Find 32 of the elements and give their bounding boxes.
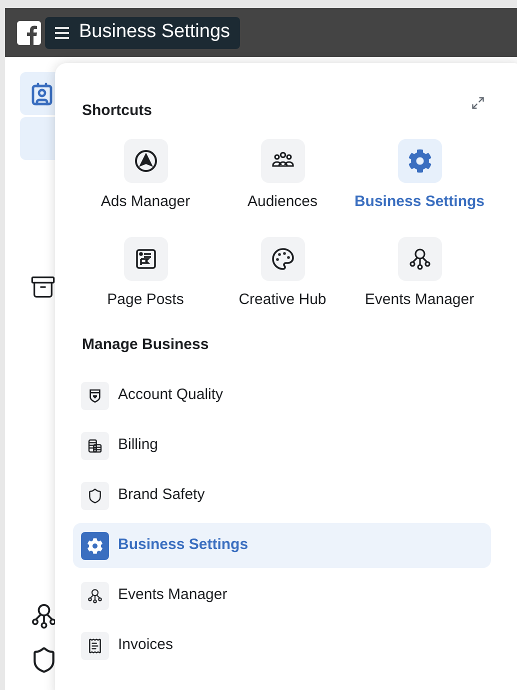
contact-card-icon bbox=[30, 82, 54, 106]
shortcut-tile[interactable]: Audiences bbox=[214, 138, 351, 221]
palette-icon bbox=[270, 247, 294, 271]
shield-heart-icon bbox=[87, 388, 103, 404]
menu-item[interactable]: Brand Safety bbox=[73, 473, 491, 518]
coins-icon bbox=[87, 438, 103, 454]
shortcut-tile[interactable]: Events Manager bbox=[351, 237, 488, 320]
gear-icon bbox=[87, 538, 103, 554]
receipt-icon bbox=[87, 638, 103, 654]
menu-item[interactable]: Account Quality bbox=[73, 373, 491, 418]
menu-icon bbox=[55, 26, 69, 38]
menu-item[interactable]: Business Settings bbox=[73, 523, 491, 568]
shortcut-tile[interactable]: Business Settings bbox=[351, 138, 488, 221]
menu-item[interactable]: Invoices bbox=[73, 623, 491, 668]
archive-icon bbox=[30, 274, 56, 300]
shield-icon bbox=[87, 488, 103, 504]
network-icon bbox=[87, 588, 103, 604]
shortcut-tile[interactable]: Ads Manager bbox=[77, 138, 214, 221]
menu-item[interactable]: Billing bbox=[73, 423, 491, 468]
post-icon bbox=[134, 247, 158, 271]
network-icon bbox=[30, 602, 58, 630]
menu-button[interactable]: Business Settings bbox=[45, 16, 240, 48]
arrow-circle-icon bbox=[134, 148, 158, 172]
logo-icon bbox=[17, 20, 41, 44]
shortcut-tile[interactable]: Creative Hub bbox=[214, 237, 351, 320]
gear-icon bbox=[408, 148, 432, 172]
expand-icon[interactable] bbox=[471, 96, 485, 110]
shortcut-tile[interactable]: Page Posts bbox=[77, 237, 214, 320]
section-heading: Manage Business bbox=[81, 334, 210, 354]
network-icon bbox=[408, 247, 432, 271]
menu-item[interactable]: Events Manager bbox=[73, 573, 491, 618]
section-heading: Shortcuts bbox=[82, 101, 152, 121]
